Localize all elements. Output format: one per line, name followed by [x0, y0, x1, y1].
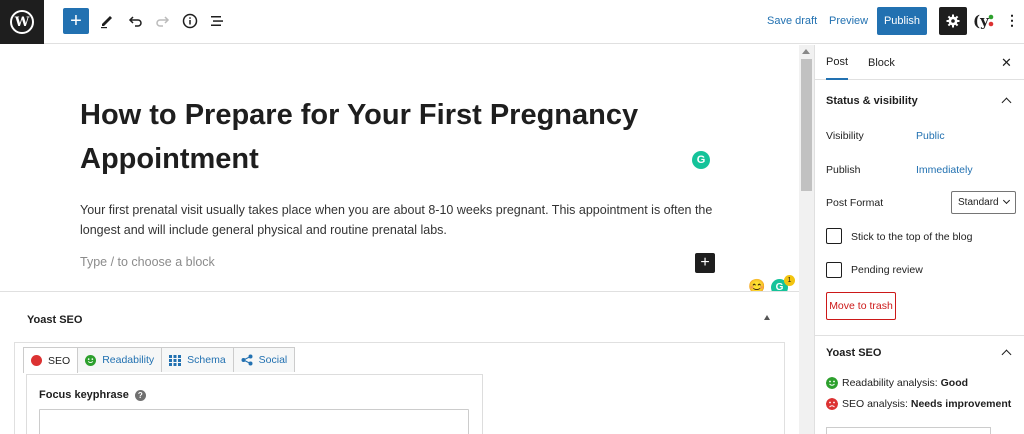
redo-button[interactable] [153, 11, 173, 31]
gear-icon [946, 14, 960, 28]
tab-seo[interactable]: SEO [23, 347, 79, 373]
redo-icon [156, 16, 170, 27]
tools-button[interactable] [97, 11, 117, 31]
pen-icon [101, 16, 112, 29]
scroll-up-arrow-icon[interactable] [802, 49, 810, 54]
tab-block[interactable]: Block [868, 45, 895, 80]
pending-review-label[interactable]: Pending review [851, 264, 923, 276]
status-visibility-title[interactable]: Status & visibility [826, 95, 918, 107]
readability-label: Readability analysis: [842, 377, 938, 389]
stick-to-top-checkbox[interactable] [826, 228, 842, 244]
grid-icon [169, 354, 182, 366]
publish-label: Publish [826, 164, 861, 176]
publish-date-link[interactable]: Immediately [916, 164, 973, 176]
list-view-button[interactable] [207, 11, 227, 31]
focus-keyphrase-label: Focus keyphrase ? [39, 389, 146, 401]
yoast-icon: (y [973, 12, 994, 30]
grammarly-icon[interactable]: G [692, 151, 710, 169]
red-frown-icon [826, 398, 838, 410]
readability-value: Good [940, 377, 969, 389]
close-icon[interactable]: ✕ [1001, 55, 1012, 71]
post-format-select[interactable]: Standard [951, 191, 1016, 214]
move-to-trash-button[interactable]: Move to trash [826, 292, 896, 320]
inline-add-block-button[interactable]: + [695, 253, 715, 273]
focus-keyphrase-input[interactable] [39, 409, 469, 434]
post-title[interactable]: How to Prepare for Your First Pregnancy … [80, 93, 700, 181]
collapse-arrow-icon[interactable] [764, 315, 770, 320]
scrollbar-thumb[interactable] [801, 59, 812, 191]
publish-button[interactable]: Publish [877, 7, 927, 35]
details-button[interactable] [180, 11, 200, 31]
yoast-panel-title[interactable]: Yoast SEO [826, 347, 881, 359]
green-smiley-icon [826, 377, 838, 389]
pending-review-checkbox[interactable] [826, 262, 842, 278]
seo-label: SEO analysis: [842, 398, 908, 410]
focus-keyphrase-text: Focus keyphrase [39, 389, 129, 401]
wordpress-logo-button[interactable]: W [0, 0, 44, 44]
yoast-metabox: Yoast SEO SEO Readability Schema Social … [0, 291, 799, 434]
yoast-button[interactable]: (y [973, 11, 994, 31]
chevron-up-icon[interactable] [1001, 97, 1012, 108]
seo-panel: Focus keyphrase ? [26, 374, 483, 434]
tab-readability[interactable]: Readability [77, 347, 163, 372]
undo-button[interactable] [125, 11, 145, 31]
save-draft-button[interactable]: Save draft [767, 15, 817, 27]
editor-scrollbar[interactable] [799, 45, 814, 434]
list-view-icon [211, 16, 223, 26]
sidebar-divider [815, 335, 1024, 336]
grammarly-count-badge: 1 [784, 275, 795, 286]
chevron-up-icon[interactable] [1001, 349, 1012, 360]
plus-icon: + [700, 254, 710, 271]
seo-analysis-row[interactable]: SEO analysis: Needs improvement [826, 398, 1011, 410]
info-icon [182, 13, 198, 29]
seo-value: Needs improvement [910, 398, 1012, 410]
editor-canvas: How to Prepare for Your First Pregnancy … [0, 45, 799, 296]
tab-label: Readability [102, 354, 155, 366]
help-icon[interactable]: ? [134, 389, 146, 401]
tab-label: SEO [48, 354, 71, 367]
editor-toolbar: W + Save draft Preview Publish (y ⋮ [0, 0, 1024, 44]
tab-schema[interactable]: Schema [161, 347, 234, 372]
plus-icon: + [70, 9, 82, 32]
yoast-sidebar-box [826, 427, 991, 434]
visibility-label: Visibility [826, 130, 864, 142]
wordpress-icon: W [10, 10, 34, 34]
more-options-button[interactable]: ⋮ [1005, 12, 1019, 29]
tab-label: Schema [187, 354, 226, 366]
add-block-button[interactable]: + [63, 8, 89, 34]
tab-label: Social [258, 354, 288, 366]
tab-post[interactable]: Post [826, 45, 849, 80]
paragraph-block[interactable]: Your first prenatal visit usually takes … [80, 200, 720, 240]
yoast-metabox-title[interactable]: Yoast SEO [27, 314, 82, 326]
visibility-value-link[interactable]: Public [916, 130, 945, 142]
post-format-label: Post Format [826, 197, 884, 209]
chevron-down-icon [1002, 196, 1011, 205]
readability-analysis-row[interactable]: Readability analysis: Good [826, 377, 968, 389]
settings-sidebar: Post Block ✕ Status & visibility Visibil… [814, 45, 1024, 434]
sidebar-tabs: Post Block ✕ [815, 45, 1024, 80]
settings-button[interactable] [939, 7, 967, 35]
svg-text:(y: (y [973, 12, 990, 30]
preview-button[interactable]: Preview [829, 15, 868, 27]
red-dot-icon [31, 355, 42, 366]
block-placeholder[interactable]: Type / to choose a block [80, 255, 215, 269]
share-icon [241, 354, 253, 366]
post-format-value: Standard [958, 197, 999, 208]
undo-icon [128, 16, 142, 27]
tab-social[interactable]: Social [232, 347, 296, 372]
yoast-tabs: SEO Readability Schema Social [23, 347, 296, 373]
green-smiley-icon [85, 354, 97, 366]
stick-to-top-label[interactable]: Stick to the top of the blog [851, 231, 972, 243]
